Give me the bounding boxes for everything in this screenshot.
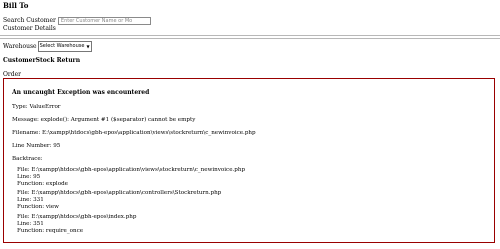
warehouse-selected-value: Select Warehouse bbox=[39, 43, 85, 50]
warehouse-select[interactable]: Select Warehouse ▼ bbox=[37, 41, 92, 52]
backtrace-file: File: E:\xampp\htdocs\gbh-epos\applicati… bbox=[17, 190, 222, 196]
backtrace-function: Function: require_once bbox=[17, 227, 84, 234]
backtrace-file: File: E:\xampp\htdocs\gbh-epos\applicati… bbox=[17, 167, 246, 173]
backtrace-function: Function: explode bbox=[17, 180, 68, 187]
error-line-number: Line Number: 95 bbox=[12, 143, 61, 149]
chevron-down-icon: ▼ bbox=[86, 44, 90, 49]
error-box: An uncaught Exception was encountered Ty… bbox=[3, 78, 495, 243]
backtrace-line: Line: 351 bbox=[17, 220, 44, 227]
error-type: Type: ValueError bbox=[12, 104, 61, 110]
error-title: An uncaught Exception was encountered bbox=[12, 89, 150, 96]
error-message: Message: explode(): Argument #1 ($separa… bbox=[12, 117, 196, 123]
bill-to-heading: Bill To bbox=[3, 1, 29, 10]
error-backtrace-label: Backtrace: bbox=[12, 156, 43, 162]
customer-details-label: Customer Details bbox=[3, 25, 56, 32]
backtrace-entry: File: E:\xampp\htdocs\gbh-epos\applicati… bbox=[17, 190, 221, 211]
section-title: CustomerStock Return bbox=[3, 57, 81, 64]
divider bbox=[0, 35, 500, 36]
backtrace-line: Line: 331 bbox=[17, 196, 44, 203]
backtrace-file: File: E:\xampp\htdocs\gbh-epos\index.php bbox=[17, 214, 137, 220]
error-filename: Filename: E:\xampp\htdocs\gbh-epos\appli… bbox=[12, 130, 256, 136]
backtrace-function: Function: view bbox=[17, 203, 59, 210]
warehouse-row: Warehouse Select Warehouse ▼ bbox=[3, 41, 92, 52]
backtrace-entry: File: E:\xampp\htdocs\gbh-epos\applicati… bbox=[17, 167, 245, 188]
search-customer-row: Search Customer bbox=[3, 17, 151, 25]
divider bbox=[0, 38, 500, 39]
backtrace-entry: File: E:\xampp\htdocs\gbh-epos\index.php… bbox=[17, 214, 136, 235]
backtrace-line: Line: 95 bbox=[17, 173, 41, 180]
search-customer-label: Search Customer bbox=[3, 17, 56, 25]
search-customer-input[interactable] bbox=[57, 17, 151, 25]
warehouse-label: Warehouse bbox=[3, 42, 37, 50]
